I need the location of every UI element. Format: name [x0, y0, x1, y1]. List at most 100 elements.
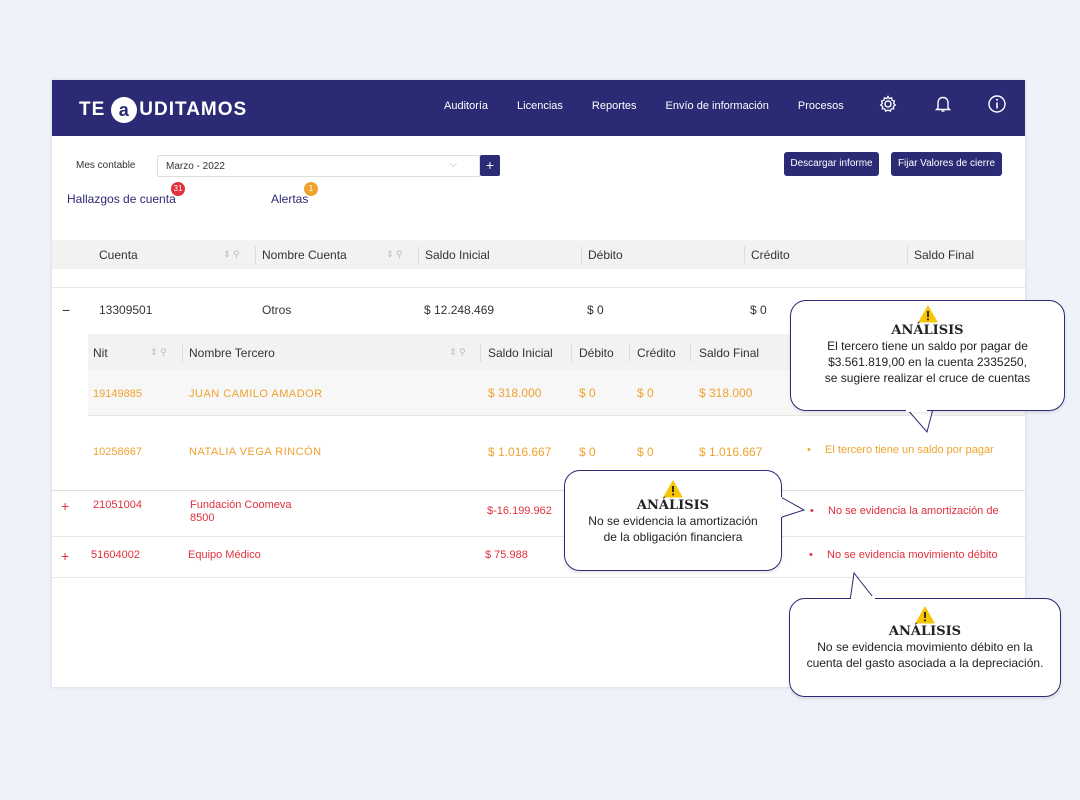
col-cuenta[interactable]: Cuenta: [99, 248, 138, 262]
sort-search-icon[interactable]: ⇕ ⚲: [150, 347, 167, 358]
bubble-line: cuenta del gasto asociada a la depreciac…: [806, 656, 1044, 670]
bubble-tail: [778, 495, 806, 519]
col-saldo-final[interactable]: Saldo Final: [914, 248, 974, 262]
column-divider: [690, 344, 691, 362]
tab-alertas[interactable]: Alertas: [271, 192, 308, 206]
nav-envio-informacion[interactable]: Envío de información: [666, 100, 769, 112]
tail-mask: [906, 409, 927, 412]
table-header: Cuenta ⇕ ⚲ Nombre Cuenta ⇕ ⚲ Saldo Inici…: [52, 240, 1025, 269]
cell-nit: 10258667: [93, 446, 142, 458]
chevron-down-icon: ⌵: [449, 159, 457, 170]
set-closing-values-button[interactable]: Fijar Valores de cierre: [891, 152, 1002, 176]
divider: [52, 577, 1025, 578]
month-select-value: Marzo - 2022: [166, 161, 225, 172]
cell-nombre-cuenta: Equipo Médico: [188, 549, 261, 561]
nav-procesos[interactable]: Procesos: [798, 100, 844, 112]
info-icon[interactable]: [987, 94, 1007, 114]
analysis-bubble-amortizacion: ANÁLISIS No se evidencia la amortización…: [564, 470, 782, 571]
cell-alert[interactable]: El tercero tiene un saldo por pagar: [825, 444, 994, 456]
col-debito[interactable]: Débito: [588, 248, 623, 262]
brand-a-circle: a: [111, 97, 138, 123]
month-select[interactable]: Marzo - 2022 ⌵: [157, 155, 480, 177]
bubble-title: ANÁLISIS: [636, 498, 710, 513]
cell-cuenta: 51604002: [91, 549, 140, 561]
col-saldo-inicial-tercero[interactable]: Saldo Inicial: [488, 346, 553, 360]
cell-saldo-inicial: $ 318.000: [488, 386, 542, 400]
collapse-toggle[interactable]: −: [62, 302, 70, 318]
expand-toggle[interactable]: +: [61, 498, 69, 514]
cell-alert[interactable]: No se evidencia movimiento débito: [827, 549, 998, 561]
analysis-bubble-depreciacion: ANÁLISIS No se evidencia movimiento débi…: [789, 598, 1061, 697]
bubble-line: El tercero tiene un saldo por pagar de: [827, 339, 1028, 353]
tail-mask: [779, 497, 782, 517]
cell-nit: 19149885: [93, 388, 142, 400]
bubble-line: No se evidencia la amortización: [588, 514, 758, 528]
alert-bullet: •: [809, 549, 813, 561]
column-divider: [480, 344, 481, 362]
download-report-button[interactable]: Descargar informe: [784, 152, 879, 176]
nav-licencias[interactable]: Licencias: [517, 100, 563, 112]
findings-count-badge: 31: [171, 182, 185, 196]
warning-icon: [918, 305, 937, 323]
col-nombre-cuenta[interactable]: Nombre Cuenta: [262, 248, 347, 262]
nav-reportes[interactable]: Reportes: [592, 100, 637, 112]
cell-saldo-inicial: $ 1.016.667: [488, 445, 552, 459]
sort-search-icon[interactable]: ⇕ ⚲: [449, 347, 466, 358]
warning-icon: [915, 606, 935, 624]
sort-search-icon[interactable]: ⇕ ⚲: [386, 249, 403, 260]
bubble-title: ANÁLISIS: [888, 624, 962, 639]
bubble-title: ANÁLISIS: [891, 323, 964, 338]
gear-icon[interactable]: [878, 94, 898, 114]
col-credito-tercero[interactable]: Crédito: [637, 346, 676, 360]
sort-search-icon[interactable]: ⇕ ⚲: [223, 249, 240, 260]
main-nav: Auditoría Licencias Reportes Envío de in…: [444, 100, 844, 112]
cell-debito: $ 0: [587, 303, 604, 317]
brand-letter: a: [118, 99, 130, 120]
bell-icon[interactable]: [933, 94, 953, 114]
add-month-button[interactable]: +: [480, 155, 500, 176]
cell-cuenta: 13309501: [99, 303, 153, 317]
brand-text-post: UDITAMOS: [139, 99, 248, 120]
cell-nombre-cuenta-2: 8500: [190, 512, 215, 524]
cell-cuenta: 21051004: [93, 499, 142, 511]
cell-saldo-inicial: $ 75.988: [485, 549, 528, 561]
column-divider: [418, 246, 419, 264]
bubble-line: No se evidencia movimiento débito en la: [817, 640, 1033, 654]
cell-credito: $ 0: [637, 386, 654, 400]
col-nit[interactable]: Nit: [93, 346, 108, 360]
col-debito-tercero[interactable]: Débito: [579, 346, 614, 360]
column-divider: [907, 246, 908, 264]
column-divider: [629, 344, 630, 362]
col-saldo-inicial[interactable]: Saldo Inicial: [425, 248, 490, 262]
col-credito[interactable]: Crédito: [751, 248, 790, 262]
cell-alert[interactable]: No se evidencia la amortización de: [828, 505, 999, 517]
cell-saldo-inicial: $-16.199.962: [487, 505, 552, 517]
cell-saldo-final: $ 1.016.667: [699, 445, 763, 459]
bubble-line: de la obligación financiera: [603, 530, 743, 544]
alert-bullet: •: [807, 444, 811, 456]
top-navbar: TE a UDITAMOS Auditoría Licencias Report…: [52, 80, 1025, 136]
cell-saldo-final: $ 318.000: [699, 386, 753, 400]
col-saldo-final-tercero[interactable]: Saldo Final: [699, 346, 759, 360]
cell-nombre-tercero: JUAN CAMILO AMADOR: [189, 388, 323, 400]
cell-debito: $ 0: [579, 445, 596, 459]
warning-icon: [663, 480, 683, 498]
column-divider: [744, 246, 745, 264]
divider: [88, 415, 1025, 416]
cell-debito: $ 0: [579, 386, 596, 400]
alert-bullet: •: [810, 505, 814, 517]
alerts-count-badge: 1: [304, 182, 318, 196]
cell-credito: $ 0: [750, 303, 767, 317]
expand-toggle[interactable]: +: [61, 548, 69, 564]
analysis-bubble-saldo: ANÁLISIS El tercero tiene un saldo por p…: [790, 300, 1065, 411]
column-divider: [571, 344, 572, 362]
nav-auditoria[interactable]: Auditoría: [444, 100, 488, 112]
divider: [52, 287, 1025, 288]
column-divider: [255, 246, 256, 264]
col-nombre-tercero[interactable]: Nombre Tercero: [189, 346, 275, 360]
cell-saldo-inicial: $ 12.248.469: [424, 303, 495, 317]
tab-hallazgos[interactable]: Hallazgos de cuenta: [67, 192, 176, 206]
brand-logo[interactable]: TE a UDITAMOS: [79, 97, 248, 123]
cell-credito: $ 0: [637, 445, 654, 459]
divider: [52, 536, 1025, 537]
